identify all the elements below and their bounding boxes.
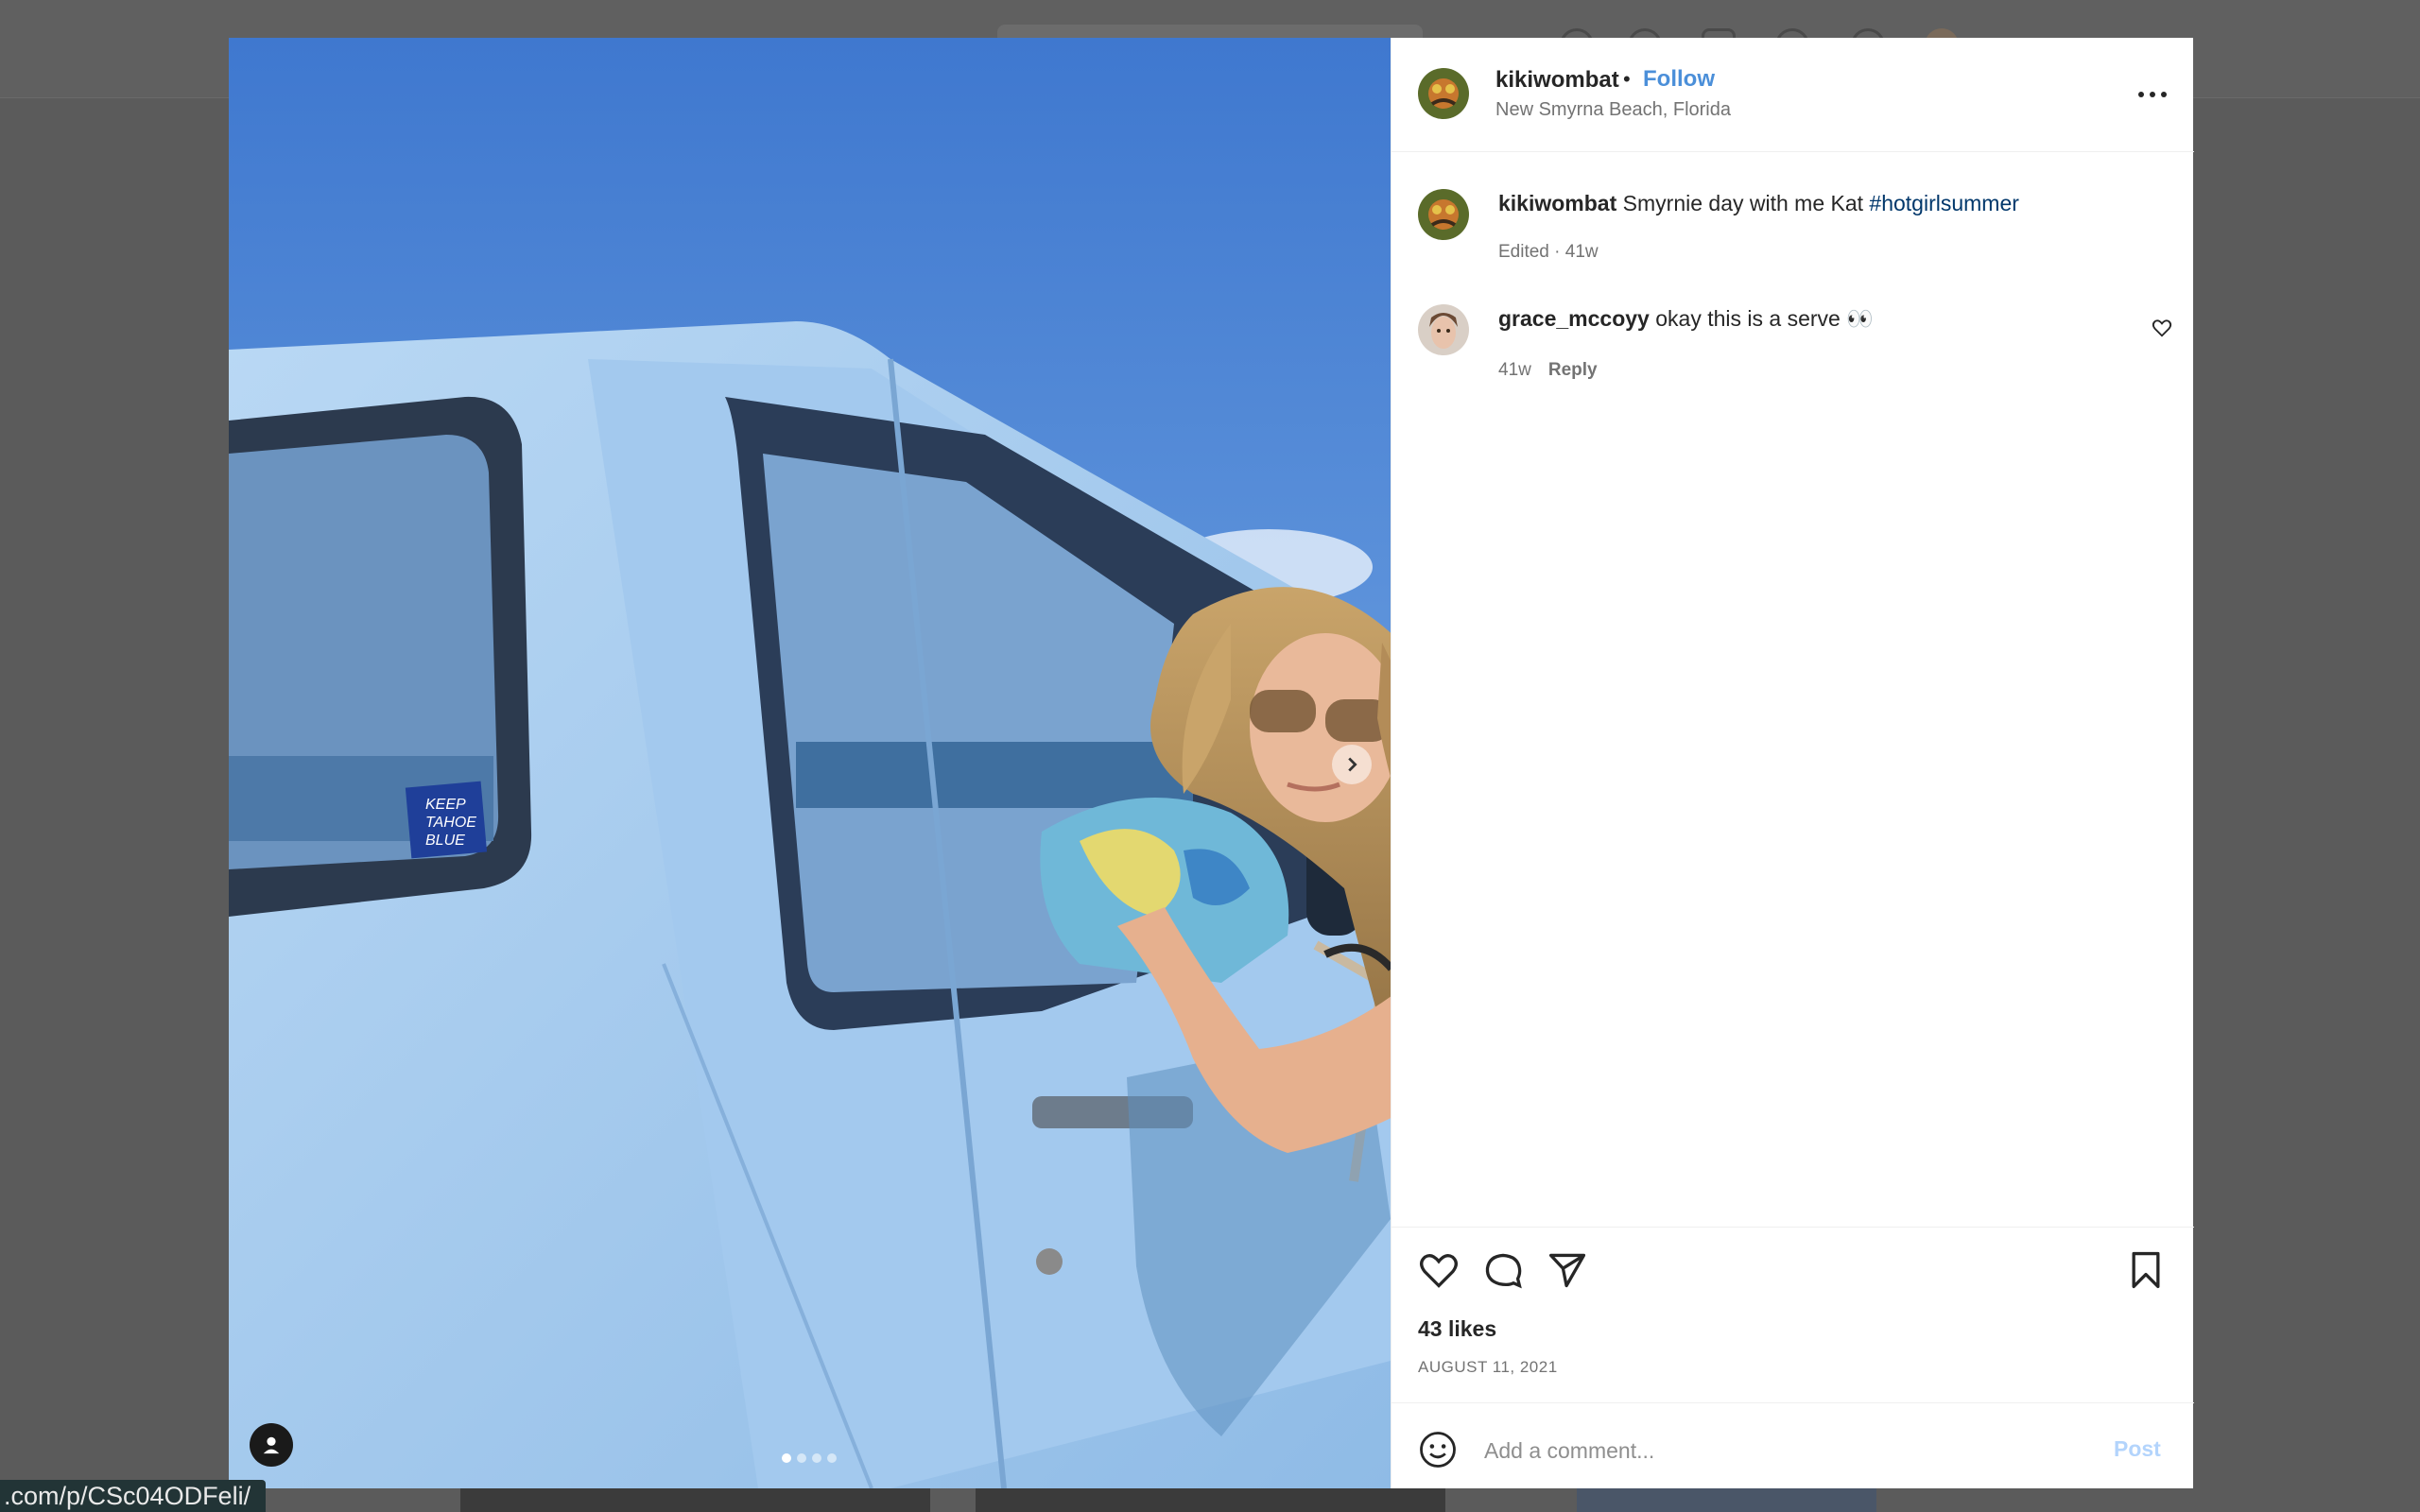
comment-input[interactable] bbox=[1482, 1431, 2053, 1470]
separator-dot: • bbox=[1623, 67, 1631, 91]
post-details-panel: kikiwombat • Follow New Smyrna Beach, Fl… bbox=[1391, 38, 2194, 1488]
more-dot bbox=[2161, 92, 2167, 97]
sticker-line-1: KEEP bbox=[425, 797, 466, 813]
carousel-dot bbox=[812, 1453, 821, 1463]
follow-button[interactable]: Follow bbox=[1643, 66, 1715, 93]
avatar[interactable] bbox=[1418, 189, 1469, 240]
comment-body: grace_mccoyy okay this is a serve 👀 bbox=[1498, 306, 2103, 332]
caption-username[interactable]: kikiwombat bbox=[1498, 191, 1616, 215]
chevron-right-icon bbox=[1348, 757, 1357, 772]
more-dot bbox=[2150, 92, 2155, 97]
sticker-line-3: BLUE bbox=[425, 833, 465, 849]
likes-count[interactable]: 43 likes bbox=[1418, 1316, 1496, 1342]
carousel-dot bbox=[797, 1453, 806, 1463]
background-grid-thumbnail bbox=[1577, 1486, 1876, 1512]
smiley-icon[interactable] bbox=[1418, 1430, 1458, 1469]
more-options-button[interactable] bbox=[2138, 85, 2170, 104]
user-tag-icon bbox=[263, 1436, 280, 1454]
comment-username[interactable]: grace_mccoyy bbox=[1498, 306, 1650, 331]
avatar[interactable] bbox=[1418, 304, 1469, 355]
post-comment-button[interactable]: Post bbox=[2114, 1436, 2161, 1462]
carousel-indicator bbox=[782, 1453, 837, 1463]
background-grid-thumbnail bbox=[460, 1486, 930, 1512]
post-modal: KEEP TAHOE BLUE kikiwombat • Follow New … bbox=[229, 38, 2194, 1488]
heart-icon[interactable] bbox=[1418, 1249, 1460, 1291]
post-header: kikiwombat • Follow New Smyrna Beach, Fl… bbox=[1392, 38, 2194, 152]
tagged-users-button[interactable] bbox=[250, 1423, 293, 1467]
caption-meta: Edited · 41w bbox=[1498, 242, 1599, 262]
avatar[interactable] bbox=[1418, 68, 1469, 119]
comment-time[interactable]: 41w bbox=[1498, 360, 1531, 380]
heart-icon[interactable] bbox=[2152, 318, 2172, 338]
post-location[interactable]: New Smyrna Beach, Florida bbox=[1495, 99, 1731, 121]
carousel-dot bbox=[827, 1453, 837, 1463]
comment-meta: 41w Reply bbox=[1498, 360, 1598, 381]
post-author-username[interactable]: kikiwombat bbox=[1495, 67, 1619, 94]
sticker-line-2: TAHOE bbox=[425, 815, 476, 831]
reply-button[interactable]: Reply bbox=[1548, 360, 1598, 380]
caption-text: Smyrnie day with me Kat bbox=[1616, 191, 1870, 215]
actions-divider bbox=[1392, 1227, 2194, 1228]
background-grid-thumbnail bbox=[976, 1486, 1445, 1512]
comment-text: okay this is a serve 👀 bbox=[1649, 306, 1874, 331]
bookmark-icon[interactable] bbox=[2125, 1249, 2167, 1291]
caption-hashtag[interactable]: #hotgirlsummer bbox=[1869, 191, 2019, 215]
next-slide-button[interactable] bbox=[1332, 745, 1372, 784]
post-media: KEEP TAHOE BLUE bbox=[229, 38, 1391, 1488]
status-bar-url: .com/p/CSc04ODFeli/ bbox=[0, 1480, 267, 1512]
caption: kikiwombat Smyrnie day with me Kat #hotg… bbox=[1498, 191, 2160, 216]
send-icon[interactable] bbox=[1547, 1249, 1588, 1291]
post-date[interactable]: AUGUST 11, 2021 bbox=[1418, 1358, 1558, 1377]
more-horizontal-icon bbox=[2138, 92, 2144, 97]
carousel-dot bbox=[782, 1453, 791, 1463]
post-photo: KEEP TAHOE BLUE bbox=[229, 38, 1391, 1488]
comment-icon[interactable] bbox=[1482, 1249, 1524, 1291]
